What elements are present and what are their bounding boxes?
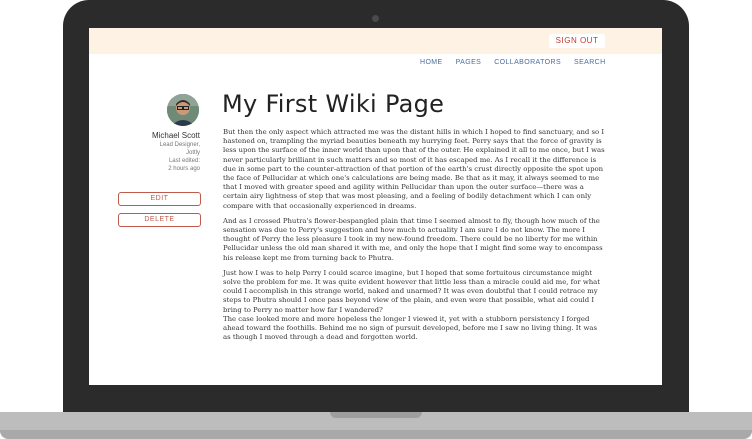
author-role: Lead Designer,: [159, 142, 200, 148]
paragraph: But then the only aspect which attracted…: [223, 128, 605, 210]
author-company: Jottly: [185, 150, 200, 156]
laptop-base-shadow: [0, 430, 752, 439]
page-content: But then the only aspect which attracted…: [223, 128, 605, 348]
edit-button[interactable]: EDIT: [118, 192, 201, 206]
nav-search[interactable]: SEARCH: [574, 59, 606, 66]
author-name: Michael Scott: [151, 131, 200, 140]
delete-button[interactable]: DELETE: [118, 213, 201, 227]
top-bar: SIGN OUT: [89, 28, 662, 54]
main-nav: HOME PAGES COLLABORATORS SEARCH: [420, 59, 606, 66]
last-edited-label: Last edited:: [168, 158, 200, 164]
paragraph: And as I crossed Phutra's flower-bespang…: [223, 216, 603, 262]
nav-pages[interactable]: PAGES: [456, 59, 482, 66]
laptop-notch: [330, 412, 422, 418]
author-info: Michael Scott Lead Designer, Jottly Last…: [109, 130, 200, 173]
camera-icon: [372, 15, 379, 22]
avatar-image: [167, 94, 199, 126]
last-edited-time: 2 hours ago: [168, 166, 200, 172]
paragraph: The case looked more and more hopeless t…: [223, 314, 598, 342]
paragraph: Just how I was to help Perry I could sca…: [223, 268, 601, 314]
screen: SIGN OUT HOME PAGES COLLABORATORS SEARCH…: [89, 28, 662, 385]
avatar: [167, 94, 199, 126]
sign-out-button[interactable]: SIGN OUT: [549, 34, 605, 48]
nav-collaborators[interactable]: COLLABORATORS: [494, 59, 561, 66]
nav-home[interactable]: HOME: [420, 59, 443, 66]
page-title: My First Wiki Page: [222, 90, 445, 118]
